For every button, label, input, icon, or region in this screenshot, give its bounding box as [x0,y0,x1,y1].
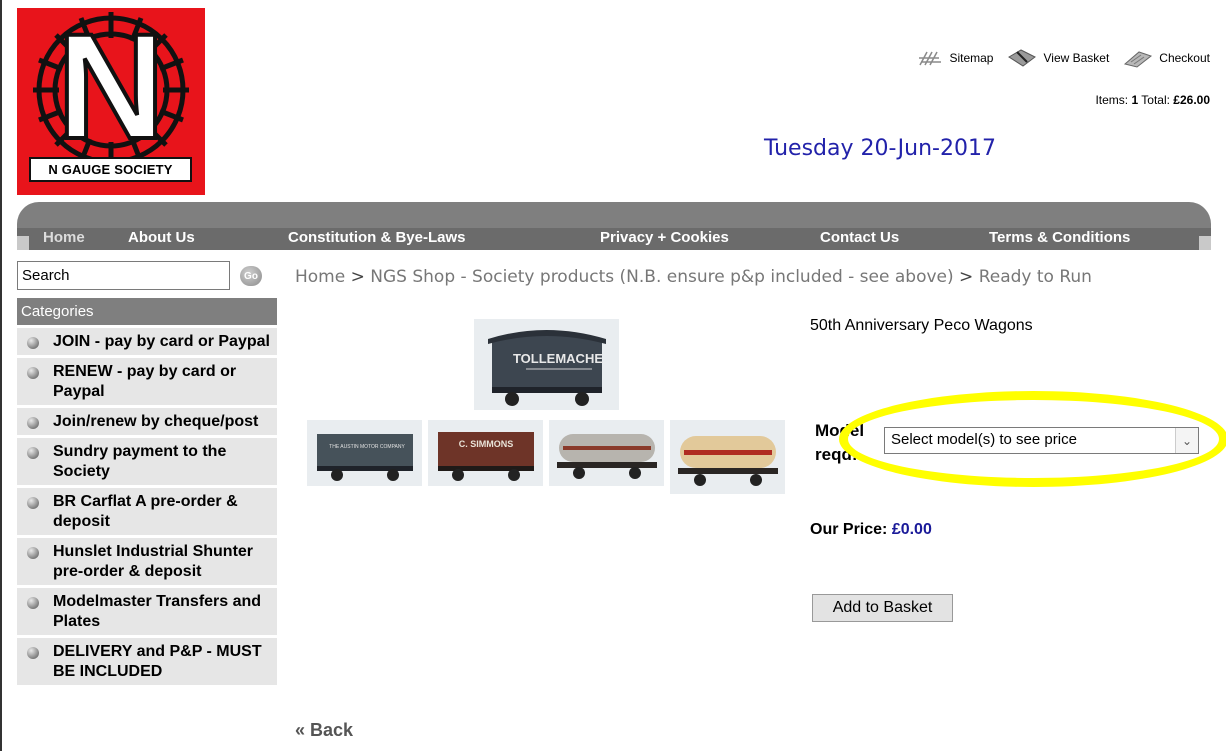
breadcrumb: Home > NGS Shop - Society products (N.B.… [295,267,1092,287]
sitemap-link[interactable]: Sitemap [917,48,993,68]
bullet-icon [27,447,39,459]
top-links: Sitemap View Basket Checkout [917,48,1210,68]
back-link[interactable]: « Back [295,720,353,741]
category-item-delivery[interactable]: DELIVERY and P&P - MUST BE INCLUDED [17,638,277,685]
bullet-icon [27,417,39,429]
checkout-icon [1124,51,1153,68]
open-wagon-red-image: C. SIMMONS [438,432,534,481]
nav-about-us[interactable]: About Us [128,229,195,246]
product-thumbnail-2[interactable]: C. SIMMONS [428,420,543,486]
product-thumbnail-4[interactable] [670,420,785,494]
price-value: £0.00 [891,521,932,538]
nav-contact-us[interactable]: Contact Us [820,229,899,246]
product-thumbnail-1[interactable]: THE AUSTIN MOTOR COMPANY [307,420,422,486]
left-rule [0,0,2,751]
search-input[interactable] [17,261,230,290]
main-wagon-lettering: TOLLEMACHE [513,351,603,366]
bullet-icon [27,367,39,379]
bullet-icon [27,337,39,349]
nav-constitution[interactable]: Constitution & Bye-Laws [288,229,466,246]
model-select-value: Select model(s) to see price [891,431,1077,448]
basket-summary: Items: 1 Total: £26.00 [1095,93,1210,107]
product-thumbnail-3[interactable] [549,420,664,486]
nav-home[interactable]: Home [43,229,85,246]
bullet-icon [27,497,39,509]
open-wagon-grey-image: THE AUSTIN MOTOR COMPANY [317,434,413,481]
category-item-modelmaster[interactable]: Modelmaster Transfers and Plates [17,588,277,635]
nav-privacy[interactable]: Privacy + Cookies [600,229,729,246]
bullet-icon [27,547,39,559]
category-item-sundry-payment[interactable]: Sundry payment to the Society [17,438,277,485]
our-price: Our Price: £0.00 [810,521,932,538]
categories-heading: Categories [17,298,277,325]
checkout-label: Checkout [1159,51,1210,65]
product-title: 50th Anniversary Peco Wagons [810,317,1033,334]
bullet-icon [27,597,39,609]
current-date: Tuesday 20-Jun-2017 [764,136,996,161]
thumb1-lettering: THE AUSTIN MOTOR COMPANY [329,444,405,450]
basket-item-count: 1 [1131,93,1139,107]
basket-icon [1008,49,1037,67]
site-logo[interactable]: N N GAUGE SOCIETY [17,8,205,195]
van-wagon-image: TOLLEMACHE [488,330,606,406]
breadcrumb-shop[interactable]: NGS Shop - Society products (N.B. ensure… [370,267,953,287]
search-go-button[interactable]: Go [240,266,262,286]
tank-wagon-silver-image [557,434,657,479]
breadcrumb-current[interactable]: Ready to Run [979,267,1092,287]
navbar-left-cap [17,236,29,250]
model-required-label: Model reqd: [815,421,865,464]
category-item-join-renew-cheque[interactable]: Join/renew by cheque/post [17,408,277,435]
view-basket-link[interactable]: View Basket [1007,48,1109,68]
category-item-br-carflat[interactable]: BR Carflat A pre-order & deposit [17,488,277,535]
view-basket-label: View Basket [1043,51,1110,65]
sitemap-icon [919,51,942,66]
bullet-icon [27,647,39,659]
logo-letter: N [57,8,165,170]
sitemap-label: Sitemap [949,51,994,65]
checkout-link[interactable]: Checkout [1123,48,1210,68]
tank-wagon-cream-image [678,436,778,486]
model-select-dropdown[interactable]: Select model(s) to see price ⌄ [884,427,1199,454]
add-to-basket-button[interactable]: Add to Basket [812,594,953,622]
thumb2-lettering: C. SIMMONS [459,439,514,449]
nav-terms[interactable]: Terms & Conditions [989,229,1130,246]
chevron-down-icon[interactable]: ⌄ [1175,428,1198,453]
breadcrumb-home[interactable]: Home [295,267,345,287]
logo-caption: N GAUGE SOCIETY [29,157,192,182]
categories-list: JOIN - pay by card or Paypal RENEW - pay… [17,328,277,688]
category-item-hunslet[interactable]: Hunslet Industrial Shunter pre-order & d… [17,538,277,585]
navbar-right-cap [1199,236,1211,250]
basket-total: £26.00 [1173,93,1210,107]
product-main-image[interactable]: TOLLEMACHE [474,319,619,410]
category-item-join[interactable]: JOIN - pay by card or Paypal [17,328,277,355]
category-item-renew[interactable]: RENEW - pay by card or Paypal [17,358,277,405]
